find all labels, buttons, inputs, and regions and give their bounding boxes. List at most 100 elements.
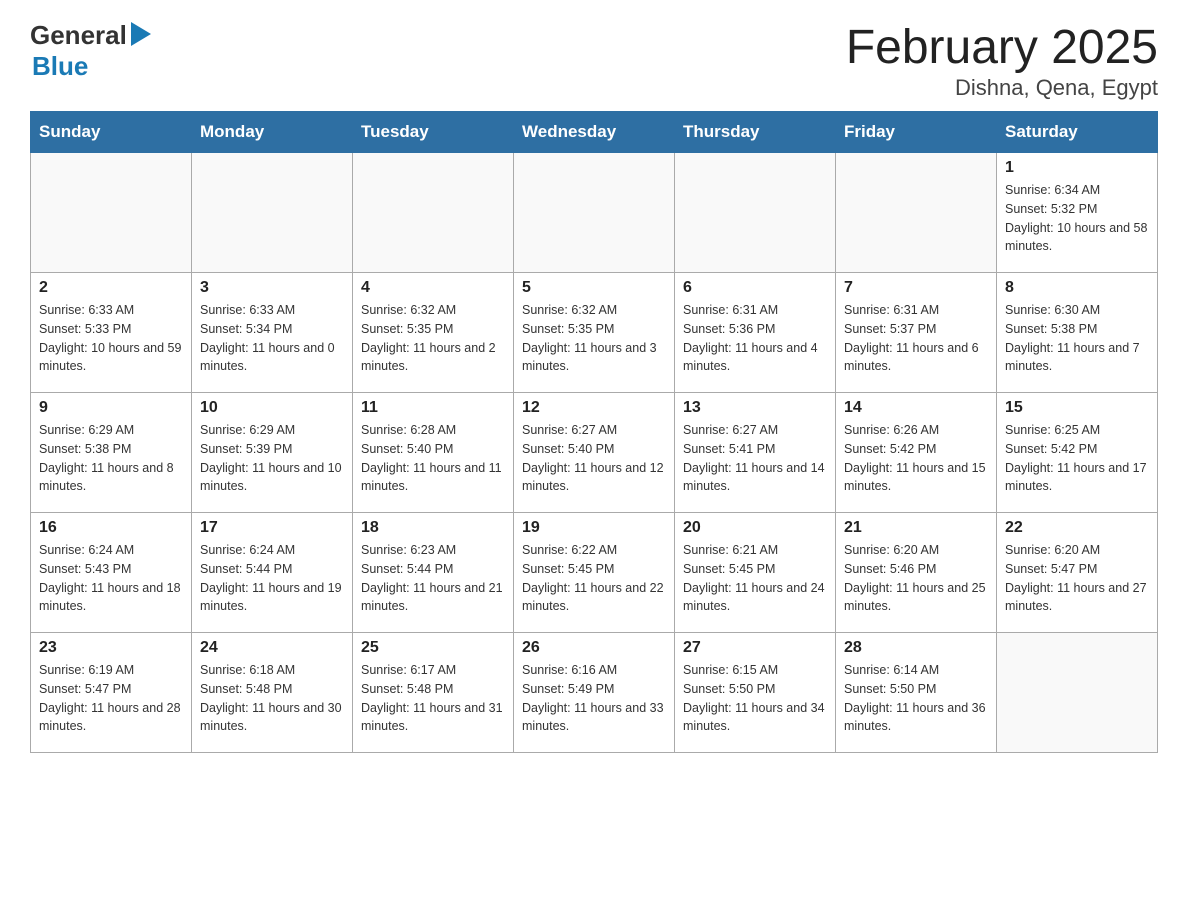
day-number: 28 <box>844 639 988 657</box>
location-subtitle: Dishna, Qena, Egypt <box>846 75 1158 101</box>
day-info: Sunrise: 6:25 AMSunset: 5:42 PMDaylight:… <box>1005 421 1149 496</box>
weekday-header-thursday: Thursday <box>675 112 836 153</box>
calendar-day-cell: 24Sunrise: 6:18 AMSunset: 5:48 PMDayligh… <box>192 633 353 753</box>
day-info: Sunrise: 6:31 AMSunset: 5:36 PMDaylight:… <box>683 301 827 376</box>
day-number: 5 <box>522 279 666 297</box>
calendar-day-cell: 8 Sunrise: 6:30 AMSunset: 5:38 PMDaylight… <box>997 273 1158 393</box>
calendar-day-cell <box>353 153 514 273</box>
day-number: 8 <box>1005 279 1149 297</box>
calendar-day-cell <box>31 153 192 273</box>
day-number: 12 <box>522 399 666 417</box>
day-info: Sunrise: 6:15 AMSunset: 5:50 PMDaylight:… <box>683 661 827 736</box>
day-number: 10 <box>200 399 344 417</box>
logo-general-text: General <box>30 20 127 51</box>
calendar-day-cell: 13 Sunrise: 6:27 AMSunset: 5:41 PMDayligh… <box>675 393 836 513</box>
day-info: Sunrise: 6:31 AMSunset: 5:37 PMDaylight:… <box>844 301 988 376</box>
logo: General Blue <box>30 20 151 82</box>
calendar-day-cell: 22 Sunrise: 6:20 AMSunset: 5:47 PMDayligh… <box>997 513 1158 633</box>
day-number: 19 <box>522 519 666 537</box>
day-info: Sunrise: 6:24 AMSunset: 5:43 PMDaylight:… <box>39 541 183 616</box>
day-number: 14 <box>844 399 988 417</box>
calendar-day-cell: 14 Sunrise: 6:26 AMSunset: 5:42 PMDayligh… <box>836 393 997 513</box>
day-number: 11 <box>361 399 505 417</box>
day-info: Sunrise: 6:18 AMSunset: 5:48 PMDaylight:… <box>200 661 344 736</box>
day-info: Sunrise: 6:24 AMSunset: 5:44 PMDaylight:… <box>200 541 344 616</box>
day-number: 26 <box>522 639 666 657</box>
calendar-week-row: 2 Sunrise: 6:33 AMSunset: 5:33 PMDaylight… <box>31 273 1158 393</box>
day-info: Sunrise: 6:27 AMSunset: 5:41 PMDaylight:… <box>683 421 827 496</box>
day-info: Sunrise: 6:20 AMSunset: 5:47 PMDaylight:… <box>1005 541 1149 616</box>
weekday-header-wednesday: Wednesday <box>514 112 675 153</box>
day-info: Sunrise: 6:23 AMSunset: 5:44 PMDaylight:… <box>361 541 505 616</box>
calendar-day-cell: 20Sunrise: 6:21 AMSunset: 5:45 PMDayligh… <box>675 513 836 633</box>
day-number: 9 <box>39 399 183 417</box>
day-info: Sunrise: 6:32 AMSunset: 5:35 PMDaylight:… <box>522 301 666 376</box>
calendar-week-row: 23 Sunrise: 6:19 AMSunset: 5:47 PMDayligh… <box>31 633 1158 753</box>
day-number: 18 <box>361 519 505 537</box>
day-info: Sunrise: 6:32 AMSunset: 5:35 PMDaylight:… <box>361 301 505 376</box>
day-info: Sunrise: 6:33 AMSunset: 5:33 PMDaylight:… <box>39 301 183 376</box>
calendar-day-cell: 26Sunrise: 6:16 AMSunset: 5:49 PMDayligh… <box>514 633 675 753</box>
weekday-header-friday: Friday <box>836 112 997 153</box>
day-info: Sunrise: 6:20 AMSunset: 5:46 PMDaylight:… <box>844 541 988 616</box>
day-number: 25 <box>361 639 505 657</box>
day-number: 23 <box>39 639 183 657</box>
calendar-day-cell: 2 Sunrise: 6:33 AMSunset: 5:33 PMDaylight… <box>31 273 192 393</box>
day-info: Sunrise: 6:27 AMSunset: 5:40 PMDaylight:… <box>522 421 666 496</box>
calendar-day-cell: 19 Sunrise: 6:22 AMSunset: 5:45 PMDayligh… <box>514 513 675 633</box>
day-number: 20 <box>683 519 827 537</box>
calendar-day-cell: 28 Sunrise: 6:14 AMSunset: 5:50 PMDayligh… <box>836 633 997 753</box>
day-info: Sunrise: 6:22 AMSunset: 5:45 PMDaylight:… <box>522 541 666 616</box>
day-info: Sunrise: 6:26 AMSunset: 5:42 PMDaylight:… <box>844 421 988 496</box>
calendar-day-cell: 21 Sunrise: 6:20 AMSunset: 5:46 PMDayligh… <box>836 513 997 633</box>
calendar-title: February 2025 <box>846 20 1158 75</box>
calendar-day-cell <box>192 153 353 273</box>
logo-triangle-icon <box>131 22 151 46</box>
day-number: 4 <box>361 279 505 297</box>
calendar-day-cell <box>514 153 675 273</box>
day-number: 22 <box>1005 519 1149 537</box>
calendar-day-cell: 1 Sunrise: 6:34 AMSunset: 5:32 PMDaylight… <box>997 153 1158 273</box>
calendar-day-cell: 18 Sunrise: 6:23 AMSunset: 5:44 PMDayligh… <box>353 513 514 633</box>
weekday-header-sunday: Sunday <box>31 112 192 153</box>
weekday-header-row: SundayMondayTuesdayWednesdayThursdayFrid… <box>31 112 1158 153</box>
day-info: Sunrise: 6:17 AMSunset: 5:48 PMDaylight:… <box>361 661 505 736</box>
calendar-header: SundayMondayTuesdayWednesdayThursdayFrid… <box>31 112 1158 153</box>
calendar-day-cell: 12 Sunrise: 6:27 AMSunset: 5:40 PMDayligh… <box>514 393 675 513</box>
weekday-header-saturday: Saturday <box>997 112 1158 153</box>
calendar-day-cell: 5 Sunrise: 6:32 AMSunset: 5:35 PMDaylight… <box>514 273 675 393</box>
calendar-day-cell: 10Sunrise: 6:29 AMSunset: 5:39 PMDayligh… <box>192 393 353 513</box>
day-number: 2 <box>39 279 183 297</box>
day-info: Sunrise: 6:30 AMSunset: 5:38 PMDaylight:… <box>1005 301 1149 376</box>
calendar-week-row: 1 Sunrise: 6:34 AMSunset: 5:32 PMDaylight… <box>31 153 1158 273</box>
day-info: Sunrise: 6:29 AMSunset: 5:38 PMDaylight:… <box>39 421 183 496</box>
day-number: 3 <box>200 279 344 297</box>
day-info: Sunrise: 6:19 AMSunset: 5:47 PMDaylight:… <box>39 661 183 736</box>
calendar-day-cell <box>997 633 1158 753</box>
calendar-day-cell: 9 Sunrise: 6:29 AMSunset: 5:38 PMDaylight… <box>31 393 192 513</box>
day-number: 27 <box>683 639 827 657</box>
calendar-day-cell <box>836 153 997 273</box>
day-number: 21 <box>844 519 988 537</box>
day-info: Sunrise: 6:28 AMSunset: 5:40 PMDaylight:… <box>361 421 505 496</box>
day-info: Sunrise: 6:14 AMSunset: 5:50 PMDaylight:… <box>844 661 988 736</box>
calendar-day-cell: 17Sunrise: 6:24 AMSunset: 5:44 PMDayligh… <box>192 513 353 633</box>
day-number: 15 <box>1005 399 1149 417</box>
calendar-day-cell: 3Sunrise: 6:33 AMSunset: 5:34 PMDaylight… <box>192 273 353 393</box>
day-info: Sunrise: 6:34 AMSunset: 5:32 PMDaylight:… <box>1005 181 1149 256</box>
day-number: 16 <box>39 519 183 537</box>
calendar-day-cell: 6 Sunrise: 6:31 AMSunset: 5:36 PMDaylight… <box>675 273 836 393</box>
calendar-week-row: 9 Sunrise: 6:29 AMSunset: 5:38 PMDaylight… <box>31 393 1158 513</box>
calendar-day-cell: 4 Sunrise: 6:32 AMSunset: 5:35 PMDaylight… <box>353 273 514 393</box>
calendar-day-cell: 7Sunrise: 6:31 AMSunset: 5:37 PMDaylight… <box>836 273 997 393</box>
weekday-header-monday: Monday <box>192 112 353 153</box>
calendar-day-cell: 25 Sunrise: 6:17 AMSunset: 5:48 PMDayligh… <box>353 633 514 753</box>
day-number: 6 <box>683 279 827 297</box>
calendar-body: 1 Sunrise: 6:34 AMSunset: 5:32 PMDaylight… <box>31 153 1158 753</box>
calendar-day-cell: 11 Sunrise: 6:28 AMSunset: 5:40 PMDayligh… <box>353 393 514 513</box>
calendar-table: SundayMondayTuesdayWednesdayThursdayFrid… <box>30 111 1158 753</box>
calendar-day-cell: 15 Sunrise: 6:25 AMSunset: 5:42 PMDayligh… <box>997 393 1158 513</box>
day-number: 1 <box>1005 159 1149 177</box>
day-number: 13 <box>683 399 827 417</box>
calendar-week-row: 16 Sunrise: 6:24 AMSunset: 5:43 PMDayligh… <box>31 513 1158 633</box>
